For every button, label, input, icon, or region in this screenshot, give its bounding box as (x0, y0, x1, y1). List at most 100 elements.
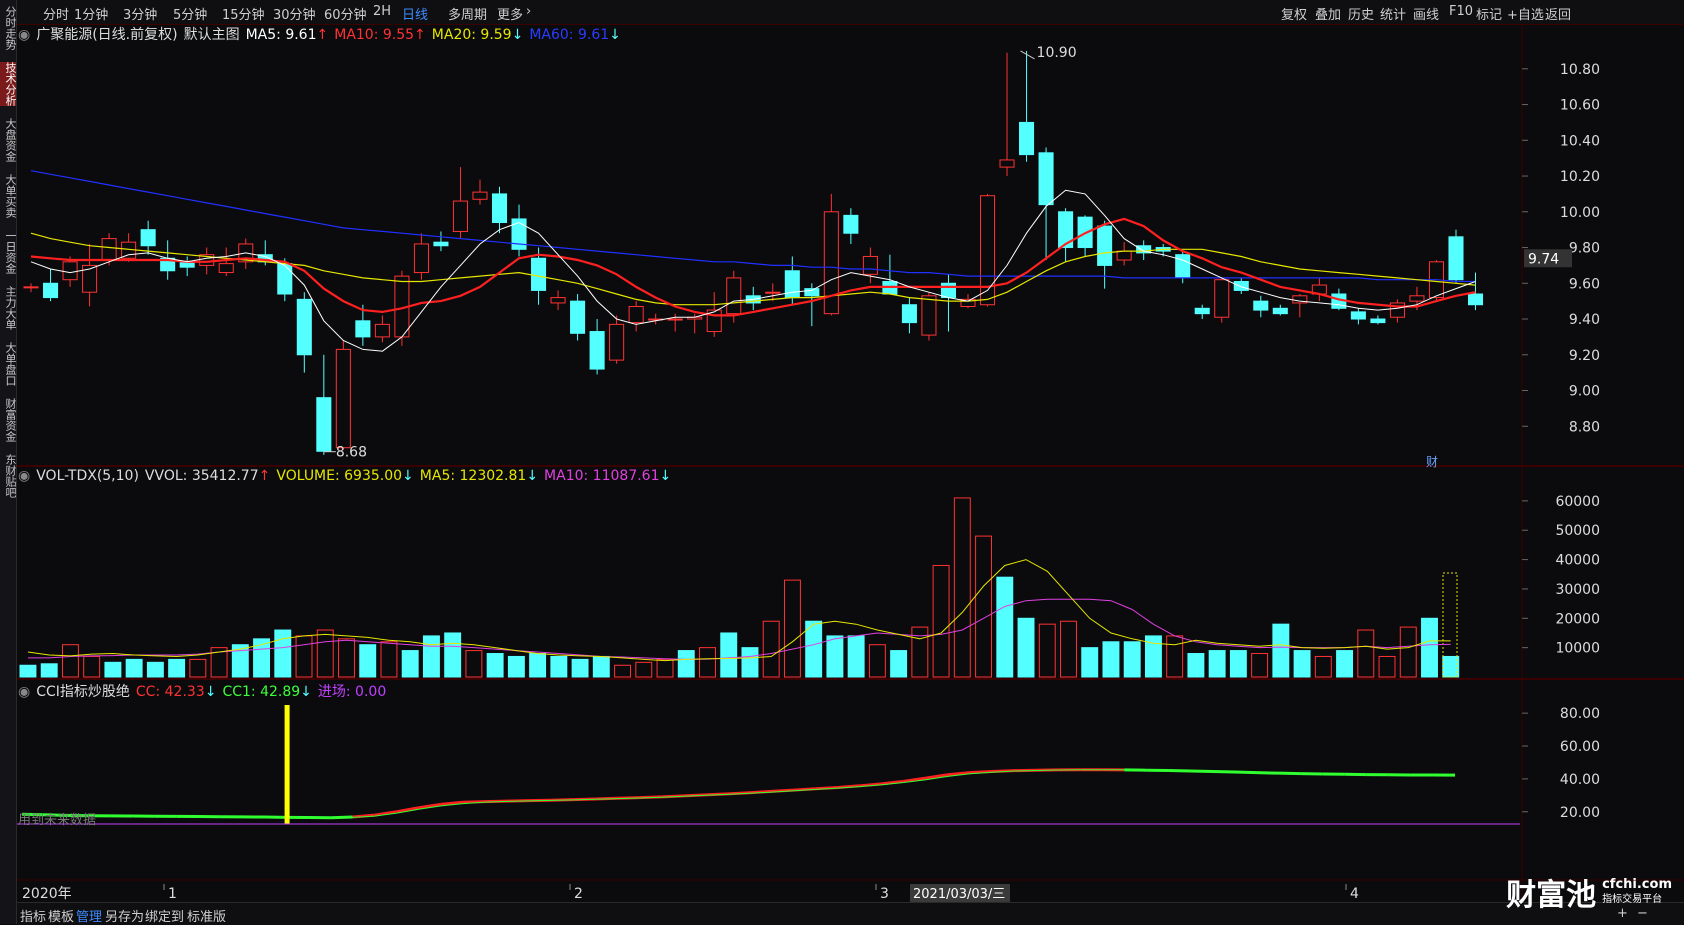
candle-body (571, 301, 585, 333)
vol-ma10-value: MA10: 11087.61 (544, 468, 659, 484)
watermark-brand: 财富池 (1506, 870, 1596, 914)
legend-toggle-icon[interactable]: ◉ (18, 27, 30, 43)
candle-body (532, 258, 546, 290)
volume-bar (508, 656, 524, 677)
candle-body (336, 349, 350, 447)
volume-bar (721, 633, 737, 677)
theme-label[interactable]: 默认主图 (184, 27, 240, 43)
volume-bar (1018, 618, 1034, 677)
price-tick-label: 10.00 (1560, 205, 1600, 221)
volume-bar (912, 627, 928, 677)
ma60-value: MA60: 9.61 (529, 27, 609, 43)
volume-bar (593, 656, 609, 677)
candle-body (453, 201, 467, 231)
vol-ma10-arrow: ↓ (660, 468, 672, 484)
volume-bar (678, 651, 694, 677)
bottom-item-3[interactable]: 另存为 (105, 906, 144, 925)
bottom-item-2[interactable]: 管理 (76, 906, 102, 925)
high-pointer (1021, 51, 1035, 59)
candle-body (473, 192, 487, 199)
candle-body (141, 230, 155, 246)
candle-body (414, 244, 428, 273)
ma5-value: MA5: 9.61 (246, 27, 317, 43)
main-legend: ◉广聚能源(日线.前复权)默认主图MA5: 9.61↑MA10: 9.55↑MA… (18, 24, 627, 44)
ma60-line (31, 171, 1476, 282)
volume-bar (1422, 618, 1438, 677)
time-axis-year: 2020年 (22, 886, 72, 902)
candle-body (1468, 294, 1482, 305)
bottom-item-1[interactable]: 模板 (48, 906, 74, 925)
volume-bar (1443, 656, 1459, 677)
watermark-logo: 财富池 cfchi.com 指标交易平台 (1506, 870, 1672, 914)
cc1-arrow: ↓ (300, 684, 312, 700)
candle-body (1410, 296, 1424, 301)
candle-body (805, 289, 819, 296)
candle-body (1098, 226, 1112, 265)
price-tick-label: 9.00 (1569, 384, 1600, 400)
watermark-url: cfchi.com (1602, 877, 1672, 892)
volume-bar (1209, 651, 1225, 677)
entry-value: 进场: 0.00 (318, 684, 386, 700)
volume-bar (530, 654, 546, 677)
candle-body (492, 194, 506, 223)
volume-bar (1082, 648, 1098, 677)
low-price-label: 8.68 (336, 445, 367, 461)
volume-bar (891, 651, 907, 677)
volume-bar (742, 648, 758, 677)
high-price-label: 10.90 (1037, 45, 1077, 61)
candle-body (610, 324, 624, 360)
price-tick-label: 10.20 (1560, 169, 1600, 185)
volume-bar (763, 621, 779, 677)
volume-bar (169, 659, 185, 677)
current-price-label: 9.74 (1528, 251, 1559, 267)
volume-bar (933, 565, 949, 677)
volume-bar (615, 665, 631, 677)
cci-indicator-name[interactable]: CCI指标炒股绝 (36, 684, 130, 700)
candle-body (863, 256, 877, 274)
legend-toggle-icon[interactable]: ◉ (18, 684, 30, 700)
candle-body (844, 215, 858, 233)
vvol-arrow: ↑ (259, 468, 271, 484)
candle-body (1351, 312, 1365, 319)
volume-bar (275, 630, 291, 677)
vol-indicator-name[interactable]: VOL-TDX(5,10) (36, 468, 139, 484)
volume-bar (1337, 651, 1353, 677)
bottom-item-0[interactable]: 指标 (20, 906, 46, 925)
candle-body (551, 298, 565, 303)
price-tick-label: 9.20 (1569, 348, 1600, 364)
bottom-item-5[interactable]: 标准版 (187, 906, 226, 925)
time-axis-month: 2 (574, 886, 583, 902)
volume-bar (41, 664, 57, 677)
ma10-value: MA10: 9.55 (334, 27, 414, 43)
vvol-value: VVOL: 35412.77 (145, 468, 259, 484)
volume-legend: ◉VOL-TDX(5,10)VVOL: 35412.77↑VOLUME: 693… (18, 468, 677, 484)
volume-bar (700, 648, 716, 677)
candle-body (922, 296, 936, 335)
price-tick-label: 9.60 (1569, 276, 1600, 292)
legend-toggle-icon[interactable]: ◉ (18, 468, 30, 484)
candle-body (434, 242, 448, 246)
volume-bar (339, 639, 355, 677)
stock-chart[interactable]: 10.8010.6010.4010.2010.009.809.609.409.2… (0, 0, 1684, 924)
volume-bar (997, 577, 1013, 677)
volume-bar (105, 662, 121, 677)
volume-bar (1230, 651, 1246, 677)
time-axis-month: 1 (168, 886, 177, 902)
cci-legend: ◉CCI指标炒股绝CC: 42.33↓CC1: 42.89↓进场: 0.00 (18, 681, 392, 701)
ma5-arrow: ↑ (317, 27, 329, 43)
volume-bar (572, 659, 588, 677)
candle-body (1371, 319, 1385, 323)
price-tick-label: 9.40 (1569, 312, 1600, 328)
entry-signal-bar (285, 705, 290, 824)
volume-bar (1379, 656, 1395, 677)
candle-body (727, 278, 741, 314)
candle-body (278, 264, 292, 294)
volume-bar (1252, 654, 1268, 677)
volume-bar (317, 630, 333, 677)
price-tick-label: 10.60 (1560, 98, 1600, 114)
volume-bar (869, 645, 885, 677)
volume-bar (551, 656, 567, 677)
ma5-line (31, 190, 1476, 351)
vol-tick-label: 60000 (1555, 494, 1600, 510)
bottom-item-4[interactable]: 绑定到 (145, 906, 184, 925)
